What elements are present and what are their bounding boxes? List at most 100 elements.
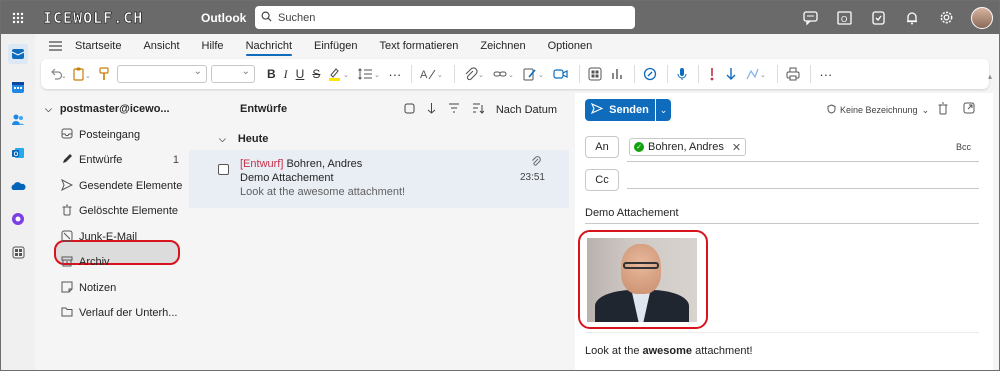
tab-startseite[interactable]: Startseite bbox=[75, 36, 121, 56]
folder-archiv[interactable]: Archiv bbox=[61, 252, 183, 272]
importance-low-icon[interactable] bbox=[725, 63, 737, 85]
archive-icon bbox=[61, 255, 73, 270]
highlight-icon[interactable]: ⌄ bbox=[328, 63, 350, 85]
loop-icon[interactable] bbox=[8, 209, 28, 229]
subject-field[interactable]: Demo Attachement bbox=[585, 207, 679, 219]
select-mode-icon[interactable] bbox=[404, 103, 415, 117]
sort-direction-icon[interactable] bbox=[427, 102, 436, 117]
sort-icon[interactable] bbox=[472, 103, 485, 117]
sort-by-date[interactable]: Nach Datum bbox=[496, 104, 557, 116]
message-checkbox[interactable] bbox=[218, 164, 229, 175]
folder-verlauf[interactable]: Verlauf der Unterh... bbox=[61, 303, 183, 323]
outlook-icon[interactable]: O bbox=[8, 143, 28, 163]
more-options-icon[interactable]: ··· bbox=[819, 63, 832, 85]
filter-icon[interactable] bbox=[448, 103, 460, 116]
print-icon[interactable] bbox=[786, 63, 800, 85]
close-icon[interactable]: ✕ bbox=[732, 141, 741, 154]
gear-icon[interactable] bbox=[937, 9, 955, 27]
people-icon[interactable] bbox=[8, 110, 28, 130]
hamburger-menu-icon[interactable] bbox=[35, 41, 75, 51]
ribbon-toolbar: ⌄ ⌄ B I U S ⌄ ⌄ ··· A⌄ ⌄ ⌄ ⌄ ⌄ ··· bbox=[41, 59, 989, 89]
inbox-icon bbox=[61, 128, 73, 142]
folder-junk-email[interactable]: Junk-E-Mail bbox=[61, 227, 183, 247]
styles-icon[interactable]: A ⌄ bbox=[420, 63, 444, 85]
onedrive-icon[interactable] bbox=[8, 176, 28, 196]
check-icon: ✓ bbox=[634, 142, 644, 152]
top-bar: ICEWOLF.CH Outlook Suchen O bbox=[1, 1, 999, 34]
chat-icon[interactable] bbox=[801, 9, 819, 27]
outlook-app-icon[interactable]: O bbox=[835, 9, 853, 27]
folder-gesendete-elemente[interactable]: Gesendete Elemente bbox=[61, 176, 183, 196]
sensitivity-label[interactable]: Keine Bezeichnung ⌄ bbox=[827, 104, 929, 116]
list-title: Entwürfe bbox=[240, 103, 288, 115]
meeting-icon[interactable] bbox=[553, 63, 569, 85]
more-apps-icon[interactable] bbox=[8, 242, 28, 262]
svg-text:⌄: ⌄ bbox=[760, 72, 766, 79]
sensitivity-icon[interactable]: ⌄ bbox=[745, 63, 767, 85]
format-painter-icon[interactable] bbox=[99, 63, 109, 85]
chart-icon[interactable] bbox=[610, 63, 624, 85]
recipient-name: Bohren, Andres bbox=[648, 141, 724, 153]
search-input[interactable]: Suchen bbox=[255, 6, 635, 29]
folder-geloeschte-elemente[interactable]: Gelöschte Elemente bbox=[61, 201, 183, 221]
undo-icon[interactable]: ⌄ bbox=[49, 63, 65, 85]
bcc-button[interactable]: Bcc bbox=[956, 142, 971, 152]
toolbar-divider bbox=[667, 65, 669, 83]
account-header[interactable]: ⌵ postmaster@icewo... bbox=[45, 103, 170, 115]
app-name[interactable]: Outlook bbox=[201, 11, 247, 25]
avatar[interactable] bbox=[971, 6, 993, 29]
tab-text-formatieren[interactable]: Text formatieren bbox=[379, 36, 458, 56]
to-button[interactable]: An bbox=[585, 136, 619, 158]
ribbon-scroll-icon[interactable]: ▴ bbox=[988, 72, 996, 81]
group-header[interactable]: ⌵ Heute bbox=[219, 133, 268, 145]
draft-tag: [Entwurf] bbox=[240, 158, 284, 170]
tab-ansicht[interactable]: Ansicht bbox=[143, 36, 179, 56]
folder-entwuerfe[interactable]: Entwürfe 1 bbox=[61, 150, 183, 170]
recipient-chip[interactable]: ✓ Bohren, Andres ✕ bbox=[629, 138, 747, 156]
cc-button[interactable]: Cc bbox=[585, 169, 619, 191]
apps-icon[interactable] bbox=[588, 63, 602, 85]
list-item[interactable]: [Entwurf] Bohren, Andres Demo Attachemen… bbox=[189, 150, 569, 208]
calendar-icon[interactable] bbox=[8, 77, 28, 97]
toolbar-divider bbox=[579, 65, 581, 83]
editor-icon[interactable] bbox=[643, 63, 657, 85]
send-button[interactable]: Senden bbox=[585, 99, 655, 121]
italic-icon[interactable]: I bbox=[284, 63, 288, 85]
folder-count: 1 bbox=[172, 154, 179, 166]
strikethrough-icon[interactable]: S bbox=[312, 63, 320, 85]
discard-icon[interactable] bbox=[937, 102, 949, 118]
font-size-dropdown[interactable] bbox=[211, 65, 255, 83]
bell-icon[interactable] bbox=[903, 9, 921, 27]
app-launcher-icon[interactable] bbox=[1, 1, 35, 34]
line-spacing-icon[interactable]: ⌄ bbox=[358, 63, 380, 85]
send-options-dropdown[interactable]: ⌄ bbox=[656, 99, 671, 121]
tab-zeichnen[interactable]: Zeichnen bbox=[480, 36, 525, 56]
subject-underline bbox=[585, 223, 979, 224]
cc-field[interactable] bbox=[627, 188, 979, 189]
send-label: Senden bbox=[609, 104, 649, 116]
signature-icon[interactable]: ⌄ bbox=[523, 63, 545, 85]
tab-nachricht[interactable]: Nachricht bbox=[245, 36, 293, 56]
attach-icon[interactable]: ⌄ bbox=[463, 63, 485, 85]
folder-posteingang[interactable]: Posteingang bbox=[61, 125, 183, 145]
tasks-icon[interactable] bbox=[869, 9, 887, 27]
dictate-icon[interactable] bbox=[676, 63, 688, 85]
tab-einfuegen[interactable]: Einfügen bbox=[314, 36, 357, 56]
brand-logo: ICEWOLF.CH bbox=[43, 8, 144, 27]
paste-icon[interactable]: ⌄ bbox=[73, 63, 91, 85]
folder-notizen[interactable]: Notizen bbox=[61, 278, 183, 298]
mail-icon[interactable] bbox=[8, 44, 28, 64]
inline-image[interactable] bbox=[587, 238, 697, 322]
underline-icon[interactable]: U bbox=[296, 63, 305, 85]
bold-icon[interactable]: B bbox=[267, 63, 276, 85]
link-icon[interactable]: ⌄ bbox=[493, 63, 515, 85]
font-family-dropdown[interactable] bbox=[117, 65, 207, 83]
folder-icon bbox=[61, 306, 73, 320]
message-body[interactable]: Look at the awesome attachment! bbox=[585, 345, 753, 357]
svg-text:⌄: ⌄ bbox=[478, 72, 484, 79]
more-format-icon[interactable]: ··· bbox=[388, 63, 401, 85]
tab-hilfe[interactable]: Hilfe bbox=[202, 36, 224, 56]
tab-optionen[interactable]: Optionen bbox=[548, 36, 593, 56]
importance-high-icon[interactable] bbox=[707, 63, 717, 85]
pop-out-icon[interactable] bbox=[963, 102, 975, 117]
